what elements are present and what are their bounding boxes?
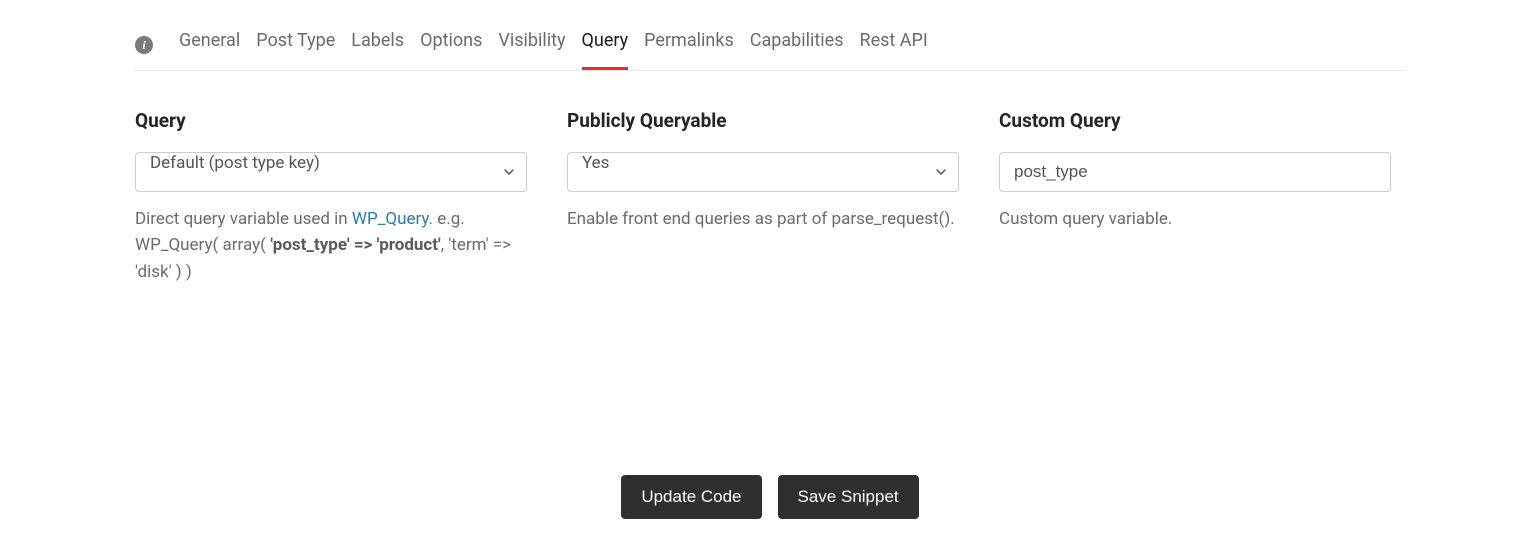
publicly-queryable-select[interactable]: Yes [567, 152, 959, 192]
tab-labels[interactable]: Labels [351, 20, 404, 70]
query-select[interactable]: Default (post type key) [135, 152, 527, 192]
tab-options[interactable]: Options [420, 20, 482, 70]
actions-bar: Update Code Save Snippet [135, 475, 1405, 539]
field-custom-query: Custom Query Custom query variable. [999, 109, 1391, 285]
custom-query-label: Custom Query [999, 109, 1391, 132]
custom-query-help: Custom query variable. [999, 206, 1391, 232]
tab-capabilities[interactable]: Capabilities [750, 20, 844, 70]
update-code-button[interactable]: Update Code [621, 475, 761, 519]
wp-query-link[interactable]: WP_Query [352, 209, 429, 229]
tab-permalinks[interactable]: Permalinks [644, 20, 734, 70]
tab-visibility[interactable]: Visibility [498, 20, 565, 70]
custom-query-input[interactable] [999, 152, 1391, 192]
publicly-queryable-help: Enable front end queries as part of pars… [567, 206, 959, 232]
publicly-queryable-label: Publicly Queryable [567, 109, 959, 132]
form-row: Query Default (post type key) Direct que… [135, 71, 1405, 285]
info-icon[interactable]: i [135, 36, 153, 54]
tab-query[interactable]: Query [582, 20, 629, 70]
tab-general[interactable]: General [179, 20, 240, 70]
field-query: Query Default (post type key) Direct que… [135, 109, 527, 285]
tabs-nav: i General Post Type Labels Options Visib… [135, 0, 1405, 71]
field-publicly-queryable: Publicly Queryable Yes Enable front end … [567, 109, 959, 285]
tab-post-type[interactable]: Post Type [256, 20, 335, 70]
save-snippet-button[interactable]: Save Snippet [778, 475, 919, 519]
query-help: Direct query variable used in WP_Query. … [135, 206, 527, 285]
tab-rest-api[interactable]: Rest API [860, 20, 928, 70]
query-label: Query [135, 109, 527, 132]
